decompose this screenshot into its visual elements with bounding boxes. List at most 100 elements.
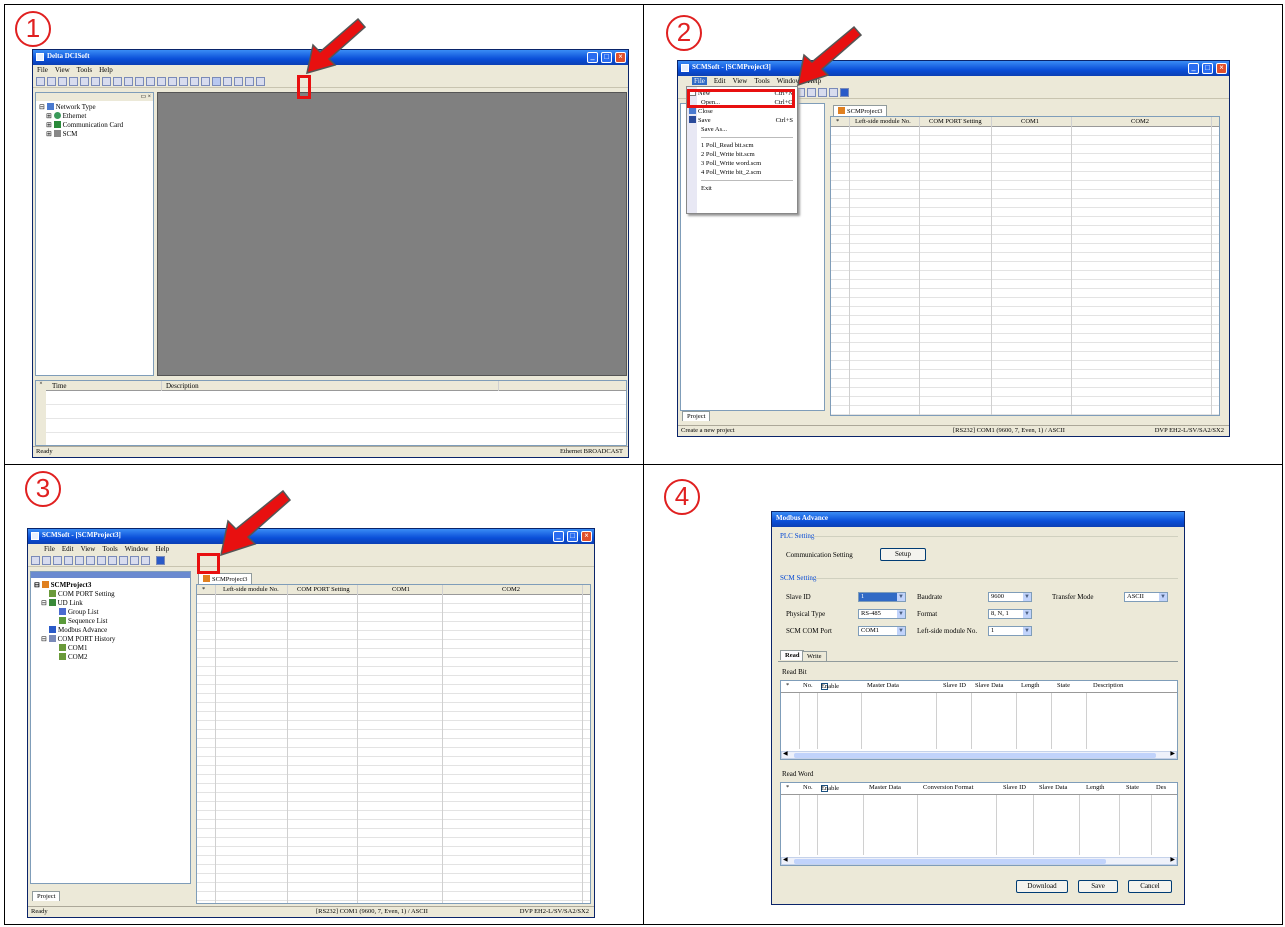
- menu-item-save-as[interactable]: Save As...: [701, 125, 793, 134]
- horizontal-scrollbar[interactable]: ◀ ▶: [781, 857, 1177, 865]
- window-icon[interactable]: [245, 76, 254, 86]
- scroll-right-icon[interactable]: ▶: [1170, 750, 1175, 757]
- menu-item-recent-4[interactable]: 4 Poll_Write bit_2.scm: [701, 168, 793, 177]
- menu-file[interactable]: File: [44, 545, 55, 553]
- close-button[interactable]: ×: [581, 531, 592, 542]
- list-icon[interactable]: [97, 555, 106, 565]
- tree-modbus-advance[interactable]: Modbus Advance: [49, 626, 190, 635]
- slave-id-select[interactable]: 1 ▼: [858, 592, 906, 602]
- menu-item-recent-1[interactable]: 1 Poll_Read bit.scm: [701, 141, 793, 150]
- maximize-button[interactable]: □: [567, 531, 578, 542]
- menu-help[interactable]: Help: [99, 66, 113, 74]
- save-button[interactable]: Save: [1078, 880, 1118, 893]
- tree-comm-card[interactable]: ⊞ Communication Card: [46, 121, 153, 130]
- scroll-thumb[interactable]: [794, 859, 1106, 864]
- bottom-icon[interactable]: [141, 555, 150, 565]
- cancel-button[interactable]: Cancel: [1128, 880, 1172, 893]
- tree-com-port-history[interactable]: ⊟ COM PORT History: [41, 635, 190, 644]
- project-tab[interactable]: Project: [32, 891, 61, 901]
- menu-window[interactable]: Window: [125, 545, 149, 553]
- physical-type-select[interactable]: RS-485 ▼: [858, 609, 906, 619]
- menu-file[interactable]: File: [692, 77, 707, 85]
- maximize-button[interactable]: □: [601, 52, 612, 63]
- help-icon[interactable]: [75, 555, 84, 565]
- maximize-button[interactable]: □: [1202, 63, 1213, 74]
- tree-ethernet[interactable]: ⊞ Ethernet: [46, 112, 153, 121]
- new-icon[interactable]: [31, 555, 40, 565]
- setup-button[interactable]: Setup: [880, 548, 926, 561]
- tree-scm[interactable]: ⊞ SCM: [46, 130, 153, 139]
- top-icon[interactable]: [130, 555, 139, 565]
- transfer-mode-select[interactable]: ASCII ▼: [1124, 592, 1168, 602]
- menu-view[interactable]: View: [733, 77, 748, 85]
- minimize-button[interactable]: _: [553, 531, 564, 542]
- scm-icon[interactable]: [212, 76, 221, 86]
- network-icon[interactable]: [168, 76, 177, 86]
- up-icon[interactable]: [108, 555, 117, 565]
- format-select[interactable]: 8, N, 1 ▼: [988, 609, 1032, 619]
- menu-tools[interactable]: Tools: [754, 77, 769, 85]
- help-icon[interactable]: [91, 76, 100, 86]
- doc-tab[interactable]: SCMProject3: [833, 105, 888, 116]
- disconnect-icon[interactable]: [124, 76, 133, 86]
- bottom-icon[interactable]: [829, 87, 838, 97]
- menu-file[interactable]: File: [37, 66, 48, 74]
- menu-help[interactable]: Help: [808, 77, 822, 85]
- menu-window[interactable]: Window: [777, 77, 801, 85]
- open-icon[interactable]: [42, 555, 51, 565]
- menu-edit[interactable]: Edit: [714, 77, 726, 85]
- link-icon[interactable]: [86, 555, 95, 565]
- preview-icon[interactable]: [80, 76, 89, 86]
- zoom-icon[interactable]: [146, 76, 155, 86]
- top-icon[interactable]: [818, 87, 827, 97]
- tree-com-port-setting[interactable]: COM PORT Setting: [49, 590, 190, 599]
- export-icon[interactable]: [256, 76, 265, 86]
- globe-icon[interactable]: [179, 76, 188, 86]
- modbus-advance-icon[interactable]: [156, 555, 165, 565]
- close-button[interactable]: ×: [1216, 63, 1227, 74]
- modbus-advance-icon[interactable]: [840, 87, 849, 97]
- menu-tools[interactable]: Tools: [77, 66, 92, 74]
- save-icon[interactable]: [58, 76, 67, 86]
- menu-view[interactable]: View: [81, 545, 96, 553]
- down-icon[interactable]: [119, 555, 128, 565]
- close-button[interactable]: ×: [615, 52, 626, 63]
- down-icon[interactable]: [807, 87, 816, 97]
- setting-icon[interactable]: [102, 76, 111, 86]
- menu-edit[interactable]: Edit: [62, 545, 74, 553]
- scm-com-port-select[interactable]: COM1 ▼: [858, 626, 906, 636]
- connect-icon[interactable]: [113, 76, 122, 86]
- scroll-left-icon[interactable]: ◀: [783, 750, 788, 757]
- minimize-button[interactable]: _: [587, 52, 598, 63]
- open-icon[interactable]: [47, 76, 56, 86]
- tab-read[interactable]: Read: [780, 650, 805, 660]
- tree-group-list[interactable]: Group List: [59, 608, 190, 617]
- list-icon[interactable]: [234, 76, 243, 86]
- download-button[interactable]: Download: [1016, 880, 1068, 893]
- print-icon[interactable]: [69, 76, 78, 86]
- tree-com1[interactable]: COM1: [59, 644, 190, 653]
- doc-tab[interactable]: SCMProject3: [198, 573, 253, 584]
- left-module-select[interactable]: 1 ▼: [988, 626, 1032, 636]
- new-icon[interactable]: [36, 76, 45, 86]
- horizontal-scrollbar[interactable]: ◀ ▶: [781, 751, 1177, 759]
- menu-item-save[interactable]: Save Ctrl+S: [689, 116, 793, 125]
- module-icon[interactable]: [201, 76, 210, 86]
- monitor-icon[interactable]: [157, 76, 166, 86]
- tree-pin-icon[interactable]: ▭ ×: [36, 93, 153, 101]
- scroll-right-icon[interactable]: ▶: [1170, 856, 1175, 863]
- search-icon[interactable]: [135, 76, 144, 86]
- tree-com2[interactable]: COM2: [59, 653, 190, 662]
- baudrate-select[interactable]: 9600 ▼: [988, 592, 1032, 602]
- menu-item-recent-2[interactable]: 2 Poll_Write bit.scm: [701, 150, 793, 159]
- tree-ud-link[interactable]: ⊟ UD Link: [41, 599, 190, 608]
- tree-sequence-list[interactable]: Sequence List: [59, 617, 190, 626]
- menu-item-recent-3[interactable]: 3 Poll_Write word.scm: [701, 159, 793, 168]
- close-doc-icon[interactable]: [64, 555, 73, 565]
- minimize-button[interactable]: _: [1188, 63, 1199, 74]
- log-close-icon[interactable]: ×: [36, 381, 46, 445]
- tree-project[interactable]: ⊟ SCMProject3: [34, 581, 190, 590]
- menu-item-exit[interactable]: Exit: [701, 184, 793, 193]
- menu-item-close[interactable]: Close: [689, 107, 793, 116]
- card-icon[interactable]: [190, 76, 199, 86]
